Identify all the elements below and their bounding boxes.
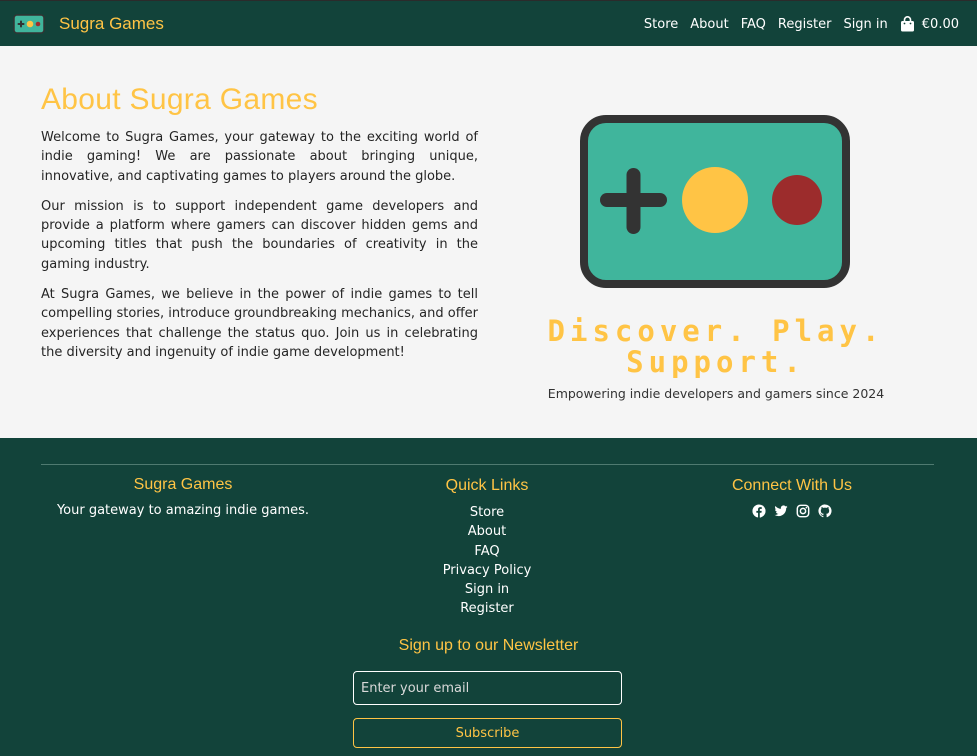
footer-link-store[interactable]: Store (345, 503, 629, 522)
tagline: Discover. Play. Support. (500, 316, 932, 378)
brand-link[interactable]: Sugra Games (13, 1, 164, 47)
gamepad-hero-icon (580, 115, 850, 288)
footer-brand-text: Your gateway to amazing indie games. (56, 503, 310, 518)
quick-links-title: Quick Links (445, 477, 529, 494)
cart-link[interactable]: €0.00 (900, 16, 959, 32)
about-text: Welcome to Sugra Games, your gateway to … (41, 128, 478, 373)
footer-link-about[interactable]: About (345, 522, 629, 541)
navbar: Sugra Games Store About FAQ Register Sig… (0, 0, 977, 46)
footer-link-faq[interactable]: FAQ (345, 542, 629, 561)
about-paragraph: Our mission is to support independent ga… (41, 198, 478, 272)
tagline-line-1: Discover. Play. (547, 314, 885, 348)
nav-sign-in[interactable]: Sign in (843, 17, 887, 32)
github-icon[interactable] (818, 504, 832, 518)
footer-quick-links: Quick Links Store About FAQ Privacy Poli… (345, 477, 629, 619)
twitter-icon[interactable] (774, 504, 788, 518)
about-paragraph: At Sugra Games, we believe in the power … (41, 287, 478, 360)
nav-store[interactable]: Store (644, 17, 678, 32)
page-title: About Sugra Games (41, 83, 318, 116)
newsletter-title: Sign up to our Newsletter (398, 637, 579, 654)
email-input[interactable] (353, 671, 622, 705)
sub-tagline: Empowering indie developers and gamers s… (547, 386, 885, 401)
footer-brand-column: Sugra Games Your gateway to amazing indi… (41, 476, 325, 518)
gamepad-logo-icon (13, 14, 45, 34)
footer-brand-title: Sugra Games (133, 476, 233, 493)
tagline-line-2: Support. (626, 345, 806, 379)
footer-divider (41, 464, 934, 465)
instagram-icon[interactable] (796, 504, 810, 518)
facebook-icon[interactable] (752, 504, 766, 518)
nav-about[interactable]: About (690, 17, 728, 32)
nav-register[interactable]: Register (778, 17, 832, 32)
footer-link-sign-in[interactable]: Sign in (345, 580, 629, 599)
cart-total: €0.00 (921, 16, 959, 32)
nav-faq[interactable]: FAQ (741, 17, 766, 32)
footer-social-column: Connect With Us (650, 477, 934, 518)
about-paragraph: Welcome to Sugra Games, your gateway to … (41, 130, 478, 184)
brand-name: Sugra Games (59, 14, 164, 33)
footer-link-register[interactable]: Register (345, 599, 629, 618)
footer-link-privacy-policy[interactable]: Privacy Policy (345, 561, 629, 580)
subscribe-button[interactable]: Subscribe (353, 718, 622, 748)
connect-title: Connect With Us (731, 477, 853, 494)
footer: Sugra Games Your gateway to amazing indi… (0, 438, 977, 756)
about-section: About Sugra Games Welcome to Sugra Games… (0, 46, 977, 438)
shopping-bag-icon (900, 16, 914, 32)
